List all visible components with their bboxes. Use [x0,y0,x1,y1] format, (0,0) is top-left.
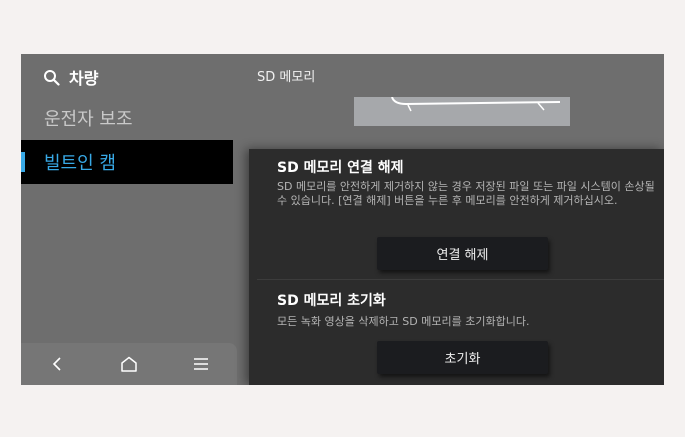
vehicle-screen: 차량 운전자 보조 빌트인 캠 SD 메모리 SD 메모리 연결 해제 SD 메… [21,54,664,385]
sidebar-item-driver-assist[interactable]: 운전자 보조 [21,96,233,140]
menu-icon [194,358,208,370]
page-title: SD 메모리 [257,69,316,85]
back-icon [52,357,61,371]
format-title: SD 메모리 초기화 [277,293,386,309]
sidebar-search[interactable]: 차량 [43,65,98,89]
sidebar-item-label: 운전자 보조 [44,109,133,130]
video-thumbnail [354,97,570,126]
format-description: 모든 녹화 영상을 삭제하고 SD 메모리를 초기화합니다. [277,315,530,328]
navigation-bar [21,343,237,385]
menu-button[interactable] [181,348,221,380]
format-button[interactable]: 초기화 [377,341,548,374]
sidebar-search-label: 차량 [69,69,99,88]
disconnect-title: SD 메모리 연결 해제 [277,160,404,176]
disconnect-button[interactable]: 연결 해제 [377,237,548,270]
home-icon [121,356,137,372]
sidebar-item-label: 빌트인 캠 [44,153,116,174]
section-divider [257,279,664,280]
sd-memory-panel: SD 메모리 연결 해제 SD 메모리를 안전하게 제거하지 않는 경우 저장된… [249,149,664,385]
sidebar-item-builtin-cam[interactable]: 빌트인 캠 [21,140,233,184]
disconnect-description: SD 메모리를 안전하게 제거하지 않는 경우 저장된 파일 또는 파일 시스템… [277,180,655,207]
search-icon [43,69,60,86]
home-button[interactable] [109,348,149,380]
back-button[interactable] [37,348,77,380]
